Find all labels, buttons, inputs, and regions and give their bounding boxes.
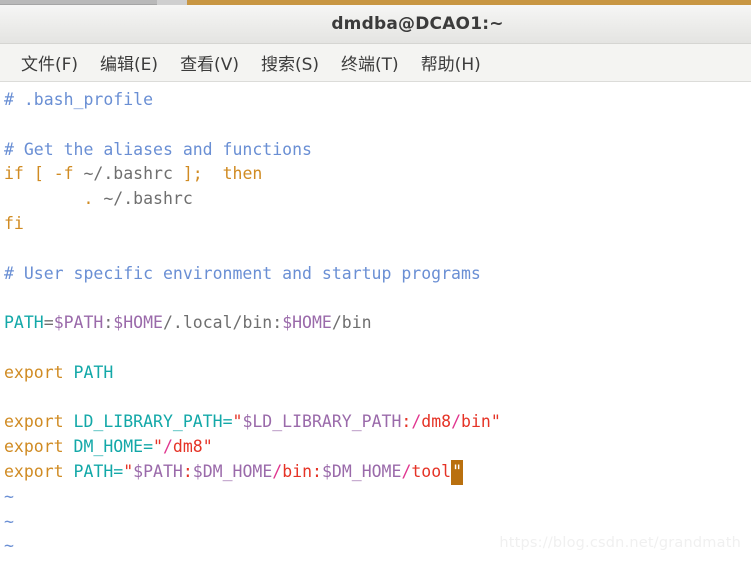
token-dm8: dm8 [172,437,203,457]
token-equals: = [43,313,54,333]
token-ref-home: $HOME [113,313,163,333]
token-semicolon: ; [192,164,203,184]
token-slash: / [411,412,422,432]
token-path-bashrc: ~/.bashrc [83,164,173,184]
token-comment-text: User specific environment and startup pr… [13,263,481,283]
token-source-dot: . [83,189,94,209]
editor-line: # .bash_profile [2,88,751,113]
editor-line: export LD_LIBRARY_PATH="$LD_LIBRARY_PATH… [2,410,751,435]
token-slash: / [272,461,283,481]
editor-line: # User specific environment and startup … [2,262,751,287]
token-keyword-fi: fi [4,213,24,233]
tilde-icon: ~ [4,511,14,531]
token-colon: : [312,461,322,481]
tilde-icon: ~ [4,486,14,506]
token-var-path: PATH [73,362,114,382]
token-ref-path: $PATH [53,313,104,333]
terminal-window: dmdba@DCAO1:~ 文件(F) 编辑(E) 查看(V) 搜索(S) 终端… [0,5,751,564]
token-slash: / [162,437,173,457]
editor-empty-marker: ~ [2,559,751,564]
token-path-bin: /bin [331,313,372,333]
token-keyword-export: export [4,461,64,481]
editor-line-blank [2,237,751,262]
editor-line: export PATH="$PATH:$DM_HOME/bin:$DM_HOME… [2,459,751,485]
menu-item-terminal[interactable]: 终端(T) [332,48,408,77]
token-bracket-open: [ [33,164,44,184]
token-var-path: PATH [73,461,114,481]
token-slash: / [451,412,462,432]
token-ref-path: $PATH [133,461,183,481]
token-colon: : [272,313,283,333]
token-comment-text: Get the aliases and functions [13,139,312,159]
menu-item-file[interactable]: 文件(F) [12,48,87,77]
menu-item-edit[interactable]: 编辑(E) [91,48,167,77]
token-ref-home: $HOME [282,313,332,333]
token-quote-close: " [202,437,213,457]
editor-line: PATH=$PATH:$HOME/.local/bin:$HOME/bin [2,311,751,336]
editor-line-blank [2,386,751,411]
token-dm8: dm8 [421,412,452,432]
token-equals: = [143,437,154,457]
token-ref-dm-home: $DM_HOME [192,461,273,481]
menu-item-search[interactable]: 搜索(S) [252,48,328,77]
menu-item-view[interactable]: 查看(V) [171,48,248,77]
editor-empty-marker: ~ [2,485,751,510]
editor-empty-marker: ~ [2,534,751,559]
token-bin: bin [282,461,313,481]
token-var-ld-library-path: LD_LIBRARY_PATH [73,412,223,432]
editor-line: if [ -f ~/.bashrc ]; then [2,162,751,187]
editor-empty-marker: ~ [2,510,751,535]
token-path-bashrc: ~/.bashrc [103,189,193,209]
tilde-icon: ~ [4,536,14,556]
token-colon: : [182,461,193,481]
token-hash: # [4,90,14,109]
token-path-local-bin: /.local/bin [162,313,273,333]
token-comment-text: .bash_profile [13,90,154,109]
editor-line: . ~/.bashrc [2,187,751,212]
token-hash: # [4,263,14,283]
editor-line: # Get the aliases and functions [2,138,751,163]
editor-line: export DM_HOME="/dm8" [2,435,751,460]
token-ref-ld-library-path: $LD_LIBRARY_PATH [242,412,402,432]
token-tool: tool [411,461,452,481]
token-bracket-close: ] [182,164,193,184]
token-quote-open: " [123,461,134,481]
editor-line-blank [2,113,751,138]
text-cursor: " [451,459,464,485]
editor-line: fi [2,212,751,237]
menu-item-help[interactable]: 帮助(H) [412,48,490,77]
editor-line: export PATH [2,361,751,386]
token-slash: / [401,461,412,481]
token-keyword-export: export [4,412,64,432]
token-keyword-if: if [4,164,24,184]
token-keyword-then: then [222,164,263,184]
token-ref-dm-home: $DM_HOME [321,461,402,481]
window-title: dmdba@DCAO1:~ [331,14,504,34]
editor-line-blank [2,336,751,361]
token-flag-f: -f [53,164,74,184]
token-colon: : [401,412,412,432]
token-bin: bin [461,412,491,432]
window-titlebar[interactable]: dmdba@DCAO1:~ [0,5,751,44]
menubar: 文件(F) 编辑(E) 查看(V) 搜索(S) 终端(T) 帮助(H) [0,44,751,82]
token-equals: = [222,412,233,432]
terminal-screen[interactable]: # .bash_profile # Get the aliases and fu… [0,82,751,564]
token-quote-open: " [232,412,243,432]
token-keyword-export: export [4,437,64,457]
token-var-dm-home: DM_HOME [73,437,144,457]
token-quote-open: " [153,437,163,457]
editor-line-blank [2,286,751,311]
token-quote-close: " [490,412,501,432]
token-var-path: PATH [4,313,44,333]
token-colon: : [103,313,114,333]
token-keyword-export: export [4,362,64,382]
token-equals: = [113,461,124,481]
token-hash: # [4,139,14,159]
